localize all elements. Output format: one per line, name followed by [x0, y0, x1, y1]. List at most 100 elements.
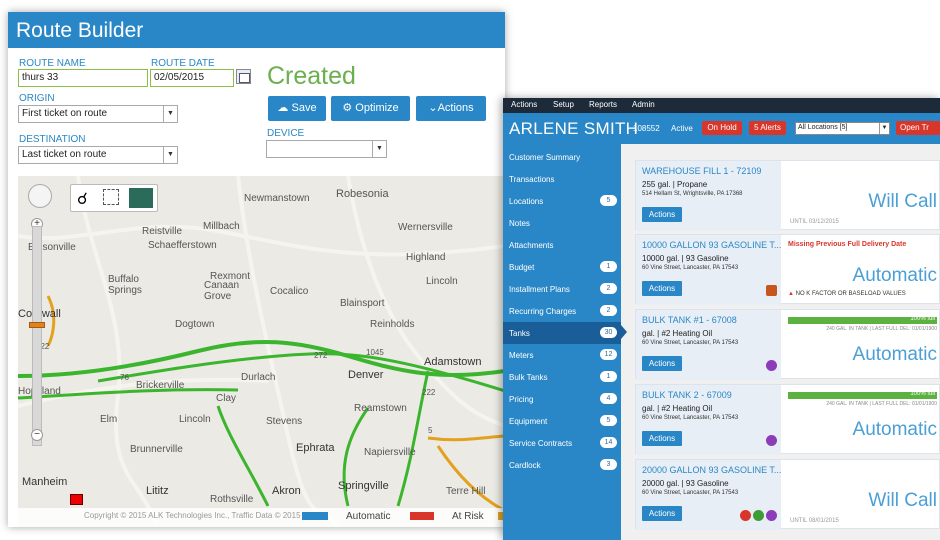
alerts-button[interactable]: 5 Alerts — [749, 121, 786, 135]
sidebar-item-attachments[interactable]: Attachments — [503, 234, 621, 256]
sidebar-item-bulk-tanks[interactable]: Bulk Tanks 1 — [503, 366, 621, 388]
account-number: 108552 — [633, 124, 660, 133]
menu-reports[interactable]: Reports — [589, 100, 617, 109]
open-ticket-button[interactable]: Open Tr — [896, 121, 940, 135]
tank-name[interactable]: 20000 GALLON 93 GASOLINE T... — [642, 465, 781, 475]
tank-actions-button[interactable]: Actions — [642, 356, 682, 371]
map-label: Cocalico — [270, 286, 309, 297]
location-select[interactable]: All Locations [5] ▼ — [795, 122, 890, 135]
route-name-input[interactable]: thurs 33 — [18, 69, 148, 87]
route-map[interactable]: Robesonia Newmanstown Wernersville Millb… — [18, 176, 505, 527]
zoom-slider-handle[interactable] — [29, 322, 45, 328]
tank-name[interactable]: WAREHOUSE FILL 1 - 72109 — [642, 166, 761, 176]
tank-status: 100% full 240 GAL. IN TANK | LAST FULL D… — [784, 310, 940, 380]
sidebar-item-transactions[interactable]: Transactions — [503, 168, 621, 190]
sidebar-item-notes[interactable]: Notes — [503, 212, 621, 234]
sidebar-item-tanks[interactable]: Tanks 30 — [503, 322, 621, 344]
legend-swatch-at-risk — [410, 512, 434, 520]
tank-quantity: 10000 gal. | 93 Gasoline — [642, 254, 729, 263]
list-icon[interactable] — [129, 188, 153, 208]
sidebar-item-budget[interactable]: Budget 1 — [503, 256, 621, 278]
map-label: Lincoln — [426, 276, 458, 287]
customer-window: Actions Setup Reports Admin ARLENE SMITH… — [503, 98, 940, 540]
tank-actions-button[interactable]: Actions — [642, 506, 682, 521]
sidebar-item-recurring-charges[interactable]: Recurring Charges 2 — [503, 300, 621, 322]
map-label: Canaan Grove — [204, 280, 240, 302]
tank-actions-button[interactable]: Actions — [642, 431, 682, 446]
wrench-icon[interactable] — [753, 510, 764, 521]
sidebar-item-customer-summary[interactable]: Customer Summary — [503, 146, 621, 168]
on-hold-button[interactable]: On Hold — [702, 121, 742, 135]
select-box-icon[interactable] — [103, 189, 119, 205]
legend-label-automatic: Automatic — [346, 511, 391, 522]
calendar-icon[interactable] — [236, 69, 251, 84]
tank-info: 20000 GALLON 93 GASOLINE T... 20000 gal.… — [636, 460, 781, 530]
route-builder-window: Route Builder ROUTE NAME thurs 33 ROUTE … — [8, 12, 505, 527]
sidebar-item-installment-plans[interactable]: Installment Plans 2 — [503, 278, 621, 300]
sidebar-item-cardlock[interactable]: Cardlock 3 — [503, 454, 621, 476]
map-label: Napiersville — [364, 447, 416, 458]
tank-qty-value: 255 gal. — [642, 180, 671, 189]
actions-button[interactable]: ⌄Actions — [416, 96, 486, 121]
flag-icon[interactable] — [70, 494, 83, 505]
map-label: Adamstown — [424, 356, 482, 368]
sidebar-item-pricing[interactable]: Pricing 4 — [503, 388, 621, 410]
tank-actions-button[interactable]: Actions — [642, 281, 682, 296]
tank-level-gauge: 100% full — [788, 316, 937, 324]
tank-name[interactable]: BULK TANK 2 - 67009 — [642, 390, 732, 400]
sidebar-item-label: Notes — [509, 219, 530, 228]
pan-control[interactable] — [28, 184, 52, 208]
origin-value: First ticket on route — [22, 108, 108, 119]
tank-product: 93 Gasoline — [685, 479, 729, 488]
route-date-input[interactable]: 02/05/2015 — [150, 69, 234, 87]
map-toolbar: ☌ — [70, 184, 158, 212]
tank-info: WAREHOUSE FILL 1 - 72109 255 gal. | Prop… — [636, 161, 781, 231]
menu-admin[interactable]: Admin — [632, 100, 655, 109]
device-select[interactable]: ▼ — [266, 140, 387, 158]
origin-select[interactable]: First ticket on route ▼ — [18, 105, 178, 123]
tank-product: Propane — [677, 180, 708, 189]
map-label: Durlach — [241, 372, 276, 383]
destination-select[interactable]: Last ticket on route ▼ — [18, 146, 178, 164]
chevron-down-icon: ▼ — [372, 141, 386, 157]
tank-level-label: 100% full — [910, 316, 935, 322]
chevron-down-icon: ▼ — [163, 106, 177, 122]
route-date-label: ROUTE DATE — [151, 58, 215, 69]
tank-quantity: 20000 gal. | 93 Gasoline — [642, 479, 729, 488]
menu-setup[interactable]: Setup — [553, 100, 574, 109]
sidebar-item-service-contracts[interactable]: Service Contracts 14 — [503, 432, 621, 454]
tank-name[interactable]: 10000 GALLON 93 GASOLINE T... — [642, 240, 781, 250]
sidebar-item-locations[interactable]: Locations 5 — [503, 190, 621, 212]
optimize-button[interactable]: ⚙ Optimize — [331, 96, 410, 121]
sidebar-item-meters[interactable]: Meters 12 — [503, 344, 621, 366]
map-label: Lititz — [146, 485, 169, 497]
gears-icon: ⚙ — [342, 102, 353, 114]
sidebar-item-badge: 30 — [600, 327, 617, 338]
traffic-icon[interactable]: ☌ — [77, 189, 88, 209]
menu-actions[interactable]: Actions — [511, 100, 537, 109]
map-label: Robesonia — [336, 188, 389, 200]
truck-icon[interactable] — [766, 285, 777, 296]
tank-level-details: 240 GAL. IN TANK | LAST FULL DEL: 01/01/… — [826, 401, 937, 407]
envelope-icon[interactable] — [766, 360, 777, 371]
tanks-list: WAREHOUSE FILL 1 - 72109 255 gal. | Prop… — [627, 144, 940, 540]
map-label: Ephrata — [296, 442, 335, 454]
optimize-label: Optimize — [355, 102, 399, 114]
customer-name: ARLENE SMITH — [509, 119, 639, 138]
tank-qty-value: 10000 gal. — [642, 254, 680, 263]
sidebar-item-badge: 1 — [600, 261, 617, 272]
save-button[interactable]: ☁ Save — [268, 96, 326, 121]
tank-name[interactable]: BULK TANK #1 - 67008 — [642, 315, 737, 325]
envelope-icon[interactable] — [766, 435, 777, 446]
zoom-slider[interactable] — [32, 226, 42, 446]
tank-actions-button[interactable]: Actions — [642, 207, 682, 222]
envelope-icon[interactable] — [766, 510, 777, 521]
tank-product: #2 Heating Oil — [661, 329, 713, 338]
zoom-out-icon[interactable]: − — [31, 429, 43, 441]
tank-level-details: 240 GAL. IN TANK | LAST FULL DEL: 01/01/… — [826, 326, 937, 332]
truck-icon[interactable] — [740, 510, 751, 521]
origin-label: ORIGIN — [19, 93, 55, 104]
map-label: 5 — [428, 426, 433, 435]
tank-address: 60 Vine Street, Lancaster, PA 17543 — [642, 490, 739, 496]
sidebar-item-equipment[interactable]: Equipment 5 — [503, 410, 621, 432]
